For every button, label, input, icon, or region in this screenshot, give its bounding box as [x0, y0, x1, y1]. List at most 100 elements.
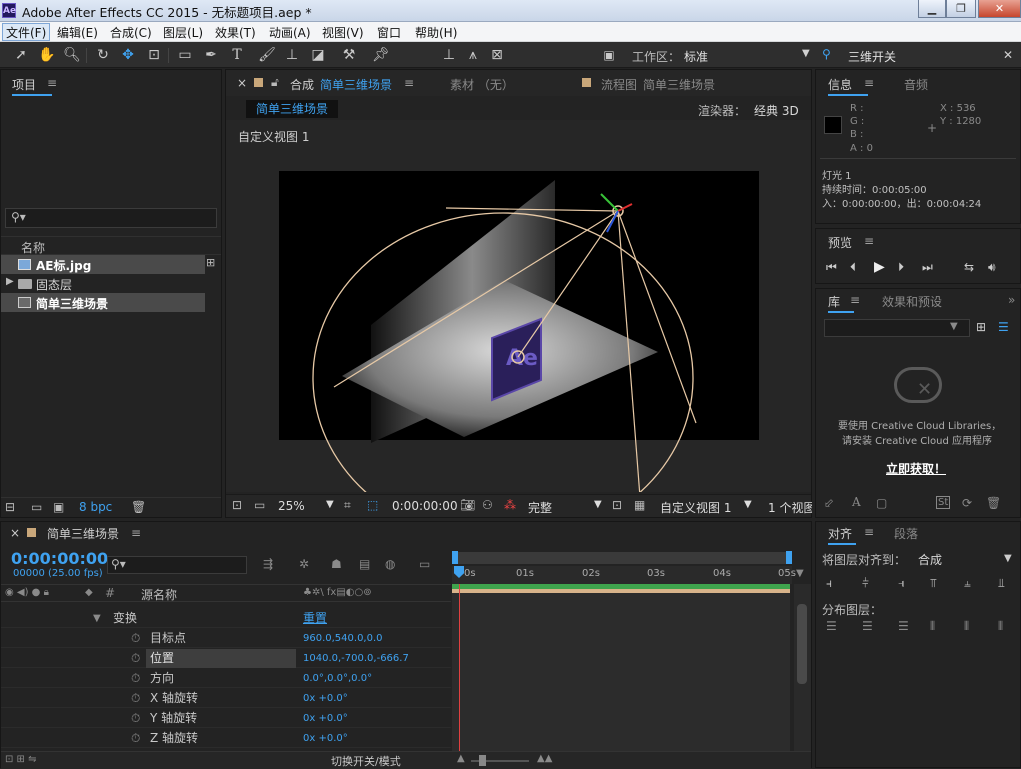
orbit-camera-tool-icon[interactable]: ✥ — [119, 46, 137, 64]
tab-flowchart-prefix[interactable]: 流程图 — [601, 76, 637, 93]
puppet-pin-tool-icon[interactable]: 📌︎ — [372, 46, 390, 64]
grid-view-icon[interactable]: ⊞ — [976, 320, 986, 334]
distribute-right-icon[interactable]: ⫴ — [998, 619, 1003, 634]
graph-editor-icon[interactable]: ▭ — [419, 557, 430, 571]
list-view-icon[interactable]: ☰ — [998, 320, 1009, 334]
work-area-end-handle[interactable] — [786, 551, 792, 564]
tab-paragraph[interactable]: 段落 — [894, 525, 918, 542]
view-layout-select[interactable]: 1 个视图 — [768, 499, 812, 516]
tab-composition[interactable]: 简单三维场景 — [320, 76, 392, 93]
property-value[interactable]: 0.0°,0.0°,0.0° — [303, 669, 372, 688]
shy-layers-icon[interactable]: ☗ — [331, 557, 342, 571]
work-area-bar[interactable] — [452, 551, 792, 564]
loop-icon[interactable]: ⇆ — [964, 260, 974, 274]
always-preview-icon[interactable]: ⊡ — [232, 498, 242, 512]
collapse-triangle-icon[interactable]: ▼ — [93, 609, 101, 628]
current-time-display[interactable]: 0:00:00:00 — [392, 499, 458, 513]
chevron-down-icon[interactable]: ▼ — [594, 499, 602, 510]
roto-brush-tool-icon[interactable]: ⚒ — [340, 46, 358, 64]
sync-icon[interactable]: ⟳ — [962, 496, 972, 510]
distribute-bottom-icon[interactable]: ☰ — [898, 619, 909, 633]
panel-menu-icon[interactable]: ≡ — [864, 76, 874, 90]
close-tab-icon[interactable]: × — [10, 526, 20, 540]
transparency-grid-icon[interactable]: ▦ — [634, 498, 645, 512]
layer-bar[interactable] — [452, 589, 790, 593]
align-vertical-center-icon[interactable]: ⫨ — [964, 576, 971, 591]
disclosure-triangle-icon[interactable]: ▶ — [6, 276, 14, 287]
world-axis-icon[interactable]: ⩚ — [464, 46, 482, 64]
new-composition-icon[interactable]: ▣ — [53, 500, 64, 514]
distribute-vertical-center-icon[interactable]: ☰ — [862, 619, 873, 633]
draft-3d-icon[interactable]: ✲ — [299, 557, 309, 571]
next-frame-icon[interactable]: ⏵ — [898, 260, 904, 275]
get-now-link[interactable]: 立即获取！ — [886, 460, 946, 477]
stopwatch-icon[interactable]: ⏱︎ — [131, 649, 140, 668]
current-time-display[interactable]: 0:00:00:00 — [11, 549, 108, 568]
property-row[interactable]: ⏱︎ X 轴旋转 0x +0.0° — [1, 689, 451, 708]
stopwatch-icon[interactable]: ⏱︎ — [131, 689, 140, 708]
interpret-footage-icon[interactable]: ⊟ — [5, 500, 15, 514]
lock-icon[interactable]: 🔓︎ — [271, 75, 279, 90]
panel-menu-icon[interactable]: ≡ — [864, 525, 874, 539]
tab-composition-prefix[interactable]: 合成 — [290, 76, 314, 93]
view-axis-icon[interactable]: ⊠ — [488, 46, 506, 64]
stock-icon[interactable]: St — [936, 496, 951, 509]
previous-frame-icon[interactable]: ⏴ — [850, 260, 856, 275]
menu-edit[interactable]: 编辑(E) — [54, 24, 101, 41]
stopwatch-icon[interactable]: ⏱︎ — [131, 729, 140, 748]
distribute-top-icon[interactable]: ☰ — [826, 619, 837, 633]
more-panels-icon[interactable]: » — [1008, 293, 1015, 307]
comp-viewer[interactable]: 自定义视图 1 Ae — [226, 120, 811, 492]
play-icon[interactable]: ▶ — [874, 259, 885, 275]
trash-icon[interactable]: 🗑︎ — [131, 500, 146, 514]
motion-blur-icon[interactable]: ◍ — [385, 557, 395, 571]
brush-tool-icon[interactable]: 🖌︎ — [258, 46, 276, 64]
monitor-icon[interactable]: ▭ — [254, 498, 265, 512]
pen-tool-icon[interactable]: ✒ — [202, 46, 220, 64]
scrollbar-thumb[interactable] — [797, 604, 807, 684]
toggle-switches-modes-button[interactable]: 切换开关/模式 — [331, 753, 401, 769]
rectangle-tool-icon[interactable]: ▭ — [176, 46, 194, 64]
stopwatch-icon[interactable]: ⏱︎ — [131, 709, 140, 728]
comp-marker-bin-icon[interactable]: ▼ — [796, 568, 804, 579]
property-value[interactable]: 0x +0.0° — [303, 709, 348, 728]
type-tool-icon[interactable]: T — [228, 46, 246, 64]
close-window-button[interactable]: ✕ — [978, 0, 1021, 18]
trash-icon[interactable]: 🗑︎ — [986, 496, 1001, 510]
stopwatch-icon[interactable]: ⏱︎ — [131, 629, 140, 648]
vr-icon[interactable]: ▣ — [598, 46, 620, 64]
reset-link[interactable]: 重置 — [303, 609, 327, 628]
property-value[interactable]: 0x +0.0° — [303, 729, 348, 748]
distribute-horizontal-center-icon[interactable]: ⫴ — [964, 619, 969, 634]
eraser-tool-icon[interactable]: ◪ — [309, 46, 327, 64]
menu-view[interactable]: 视图(V) — [319, 24, 367, 41]
maximize-button[interactable]: ❐ — [946, 0, 976, 18]
comp-mini-flowchart-icon[interactable]: ⇶ — [263, 557, 273, 571]
last-frame-icon[interactable]: ⏭ — [922, 260, 933, 275]
region-of-interest-icon[interactable]: ⬚ — [367, 498, 378, 512]
close-tab-icon[interactable]: × — [237, 76, 247, 90]
clear-search-icon[interactable]: ✕ — [1003, 48, 1013, 62]
add-content-icon[interactable]: ⬃ — [824, 496, 834, 510]
snapshot-icon[interactable]: 📷︎ — [460, 498, 475, 512]
menu-window[interactable]: 窗口 — [374, 24, 404, 41]
property-row[interactable]: ⏱︎ Y 轴旋转 0x +0.0° — [1, 709, 451, 728]
panel-menu-icon[interactable]: ≡ — [47, 76, 57, 90]
time-ruler[interactable]: 0s 01s 02s 03s 04s 05s — [452, 566, 796, 584]
tab-library[interactable]: 库 — [828, 293, 840, 310]
menu-effect[interactable]: 效果(T) — [212, 24, 259, 41]
minimize-button[interactable]: ▁ — [918, 0, 946, 18]
align-top-icon[interactable]: ⫪ — [930, 576, 937, 591]
frame-blending-icon[interactable]: ▤ — [359, 557, 370, 571]
menu-layer[interactable]: 图层(L) — [160, 24, 206, 41]
pan-behind-tool-icon[interactable]: ⊡ — [145, 46, 163, 64]
layer-search-input[interactable]: ⚲▾ — [107, 556, 247, 574]
add-character-style-icon[interactable]: A — [852, 495, 861, 509]
flowchart-icon[interactable]: ⊞ — [206, 256, 215, 269]
help-search-input[interactable]: 三维开关 — [848, 48, 896, 65]
zoom-tool-icon[interactable]: 🔍︎ — [63, 46, 81, 64]
expand-panes-icons[interactable]: ⊡ ⊞ ⇋ — [5, 754, 37, 765]
project-panel-title[interactable]: 项目 — [12, 76, 36, 93]
tab-info[interactable]: 信息 — [828, 76, 852, 93]
panel-menu-icon[interactable]: ≡ — [864, 234, 874, 248]
